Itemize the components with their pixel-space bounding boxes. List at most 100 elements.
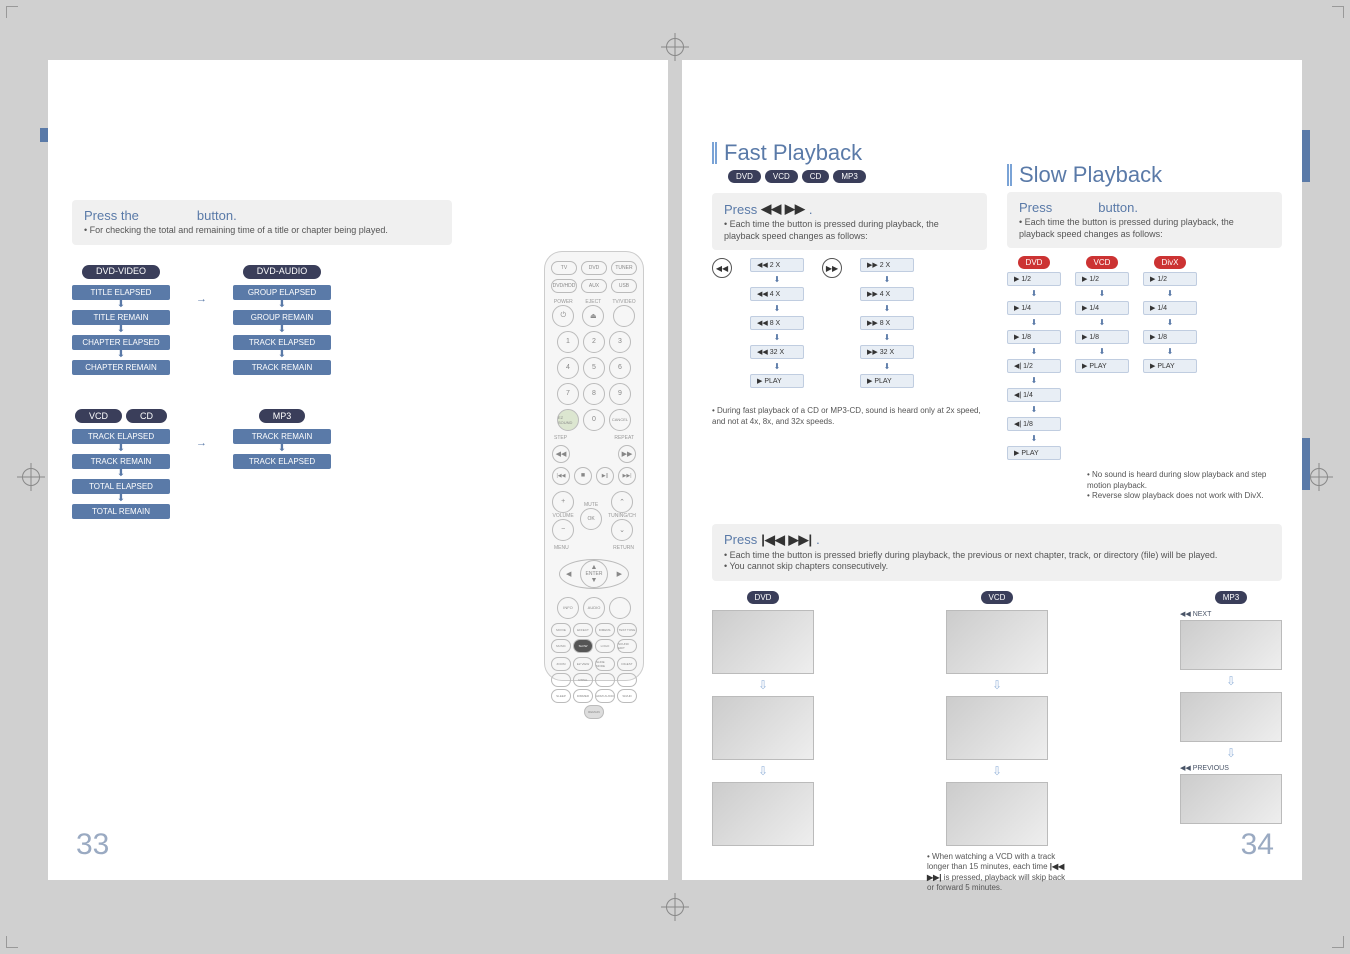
flow-item: TRACK REMAIN xyxy=(233,360,331,375)
disc-badge: DivX xyxy=(1154,256,1187,269)
manual-page-right: Fast Playback DVD VCD CD MP3 Press ◀◀ ▶▶… xyxy=(682,60,1302,880)
slow-col-dvd: DVD ▶ 1/2⬇ ▶ 1/4⬇ ▶ 1/8⬇ ◀| 1/2⬇ ◀| 1/4⬇… xyxy=(1007,256,1061,460)
registration-mark-icon xyxy=(666,898,684,916)
arrow-down-icon: ⬇ xyxy=(884,333,891,342)
remote-btn-tv: TV xyxy=(551,261,577,275)
cancel-btn: CANCEL xyxy=(609,409,631,431)
num-3: 3 xyxy=(609,331,631,353)
arrow-down-icon: ⇩ xyxy=(1226,674,1236,688)
flow-arrow-down-icon: ⬇ xyxy=(117,325,125,335)
slow-item: ▶ 1/2 xyxy=(1143,272,1197,286)
speed-col-forward: ▶▶ 2 X ⬇ ▶▶ 4 X ⬇ ▶▶ 8 X ⬇ ▶▶ 32 X ⬇ ▶ P… xyxy=(860,258,914,388)
press-prefix: Press xyxy=(724,202,757,217)
registration-mark-icon xyxy=(22,468,40,486)
press-instruction-block: Press the button. For checking the total… xyxy=(72,200,452,245)
speed-item: ▶▶ 2 X xyxy=(860,258,914,272)
arrow-down-icon: ⇩ xyxy=(758,764,768,778)
press-instruction-block: Press |◀◀ ▶▶| . Each time the button is … xyxy=(712,524,1282,581)
ch-up-icon: ⌃ xyxy=(611,491,633,513)
mute-label: MUTE xyxy=(584,502,598,508)
footnote: During fast playback of a CD or MP3-CD, … xyxy=(712,406,987,427)
bot-btn: HDMI AUDIO xyxy=(595,689,615,703)
press-prefix: Press xyxy=(724,532,757,547)
speed-item: ◀◀ 32 X xyxy=(750,345,804,359)
prev-icon: |◀◀ xyxy=(552,467,570,485)
menu-label: MENU xyxy=(554,545,569,551)
press-instruction-block: Press button. Each time the button is pr… xyxy=(1007,192,1282,248)
heading-text: Fast Playback xyxy=(724,140,862,166)
screenshot-placeholder xyxy=(712,782,814,846)
page-number: 34 xyxy=(1241,828,1274,862)
skip-col-dvd: DVD ⇩ ⇩ xyxy=(712,591,814,894)
vol-up: + xyxy=(552,491,574,513)
info-btn: INFO xyxy=(557,597,579,619)
mid-btn: TEST TONE xyxy=(617,623,637,637)
flow-arrow-down-icon: ⬇ xyxy=(278,325,286,335)
ezsound-btn: EZ SOUND xyxy=(557,409,579,431)
bot-btn xyxy=(595,673,615,687)
screenshot-placeholder xyxy=(712,610,814,674)
speed-item: ◀◀ 4 X xyxy=(750,287,804,301)
disc-badge: MP3 xyxy=(833,170,865,183)
rewind-icon: ◀◀ xyxy=(552,445,570,463)
registration-mark-icon xyxy=(666,38,684,56)
speed-item: ▶▶ 32 X xyxy=(860,345,914,359)
press-suffix: button. xyxy=(197,208,237,223)
screenshot-placeholder xyxy=(1180,692,1282,742)
bot-btn: EZ VIEW xyxy=(573,657,593,671)
flow-item: TRACK ELAPSED xyxy=(233,454,331,469)
flow-item: GROUP ELAPSED xyxy=(233,285,331,300)
press-bullet: For checking the total and remaining tim… xyxy=(84,225,440,237)
remote-btn-tuner: TUNER xyxy=(611,261,637,275)
mid-btn: MUSIC xyxy=(551,639,571,653)
mid-btn: MOVIE xyxy=(551,623,571,637)
flow-arrow-down-icon: ⬇ xyxy=(278,444,286,454)
slow-item: ▶ 1/2 xyxy=(1007,272,1061,286)
flow-item: CHAPTER ELAPSED xyxy=(72,335,170,350)
ch-down-icon: ⌄ xyxy=(611,519,633,541)
arrow-down-icon: ⬇ xyxy=(774,333,781,342)
flow-col-mp3: MP3 TRACK REMAIN ⬇ TRACK ELAPSED xyxy=(233,409,331,519)
arrow-down-icon: ⇩ xyxy=(1226,746,1236,760)
arrow-down-icon: ⬇ xyxy=(774,304,781,313)
num-7: 7 xyxy=(557,383,579,405)
crop-mark xyxy=(1332,6,1344,18)
flow-col-dvd-audio: DVD-AUDIO GROUP ELAPSED ⬇ GROUP REMAIN ⬇… xyxy=(233,265,331,375)
eject-icon: ⏏ xyxy=(582,305,604,327)
dpad-down-icon: ▼ xyxy=(591,577,598,584)
flow-item: GROUP REMAIN xyxy=(233,310,331,325)
arrow-down-icon: ⬇ xyxy=(884,362,891,371)
playpause-icon: ▶|| xyxy=(596,467,614,485)
press-prefix: Press the xyxy=(84,208,139,223)
disc-badge: VCD xyxy=(1086,256,1119,269)
flow-label: DVD-VIDEO xyxy=(82,265,160,279)
eject-label: EJECT xyxy=(585,299,601,305)
dpad-left-icon: ◀ xyxy=(566,570,571,578)
slow-col-divx: DivX ▶ 1/2⬇ ▶ 1/4⬇ ▶ 1/8⬇ ▶ PLAY xyxy=(1143,256,1197,373)
num-1: 1 xyxy=(557,331,579,353)
flow-label: VCD xyxy=(75,409,122,423)
bot-btn: DIGEST xyxy=(617,657,637,671)
crop-mark xyxy=(1332,936,1344,948)
press-suffix: . xyxy=(816,532,820,547)
tuning-label: TUNING/CH xyxy=(608,513,636,519)
page-number: 33 xyxy=(76,828,109,862)
flow-label: MP3 xyxy=(259,409,306,423)
press-bullet: Each time the button is pressed during p… xyxy=(1019,217,1270,240)
bot-btn: NTPAL xyxy=(573,673,593,687)
flow-label: DVD-AUDIO xyxy=(243,265,322,279)
num-6: 6 xyxy=(609,357,631,379)
flow-arrow-down-icon: ⬇ xyxy=(117,350,125,360)
flow-col-dvd-video: DVD-VIDEO TITLE ELAPSED ⬇ TITLE REMAIN ⬇… xyxy=(72,265,170,375)
screenshot-placeholder xyxy=(946,696,1048,760)
subtitle-icon xyxy=(609,597,631,619)
slow-item: ◀| 1/2 xyxy=(1007,359,1061,373)
step-label: STEP xyxy=(554,435,567,441)
disc-badge: CD xyxy=(802,170,830,183)
ok-btn: OK xyxy=(580,508,602,530)
dpad: ▲ ▼ ◀ ▶ ENTER xyxy=(559,559,629,589)
flow-arrow-down-icon: ⬇ xyxy=(278,350,286,360)
flow-arrow-down-icon: ⬇ xyxy=(117,494,125,504)
disc-badge: DVD xyxy=(747,591,780,604)
slow-item: ▶ PLAY xyxy=(1143,359,1197,373)
